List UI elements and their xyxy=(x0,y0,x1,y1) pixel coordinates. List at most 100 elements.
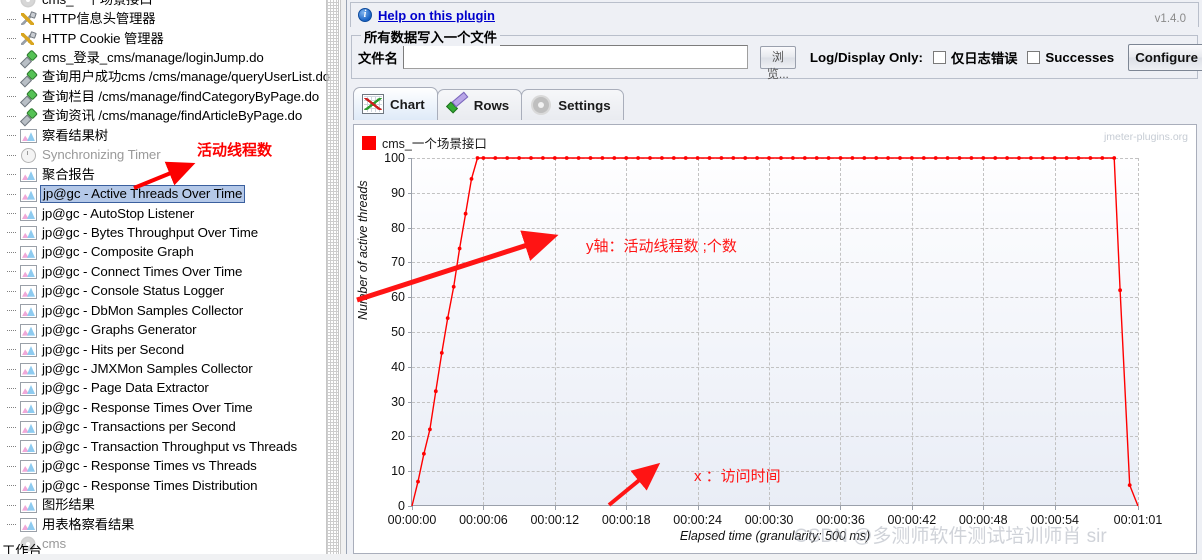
tree-item-2[interactable]: HTTP Cookie 管理器 xyxy=(0,29,326,48)
listener-graph-icon xyxy=(20,479,37,494)
y-tick-mark xyxy=(408,401,412,403)
x-tick-label: 00:00:30 xyxy=(744,513,794,527)
timer-icon xyxy=(20,147,37,164)
x-tick-mark xyxy=(483,506,485,510)
tree-item-20[interactable]: jp@gc - Page Data Extractor xyxy=(0,379,326,398)
log-display-only-label: Log/Display Only: xyxy=(809,49,923,65)
browse-button[interactable]: 浏览... xyxy=(759,45,796,81)
tree-item-18[interactable]: jp@gc - Hits per Second xyxy=(0,340,326,359)
tree-elbow xyxy=(6,10,20,29)
gridline-vertical xyxy=(983,158,985,505)
tree-item-19[interactable]: jp@gc - JMXMon Samples Collector xyxy=(0,359,326,378)
tree-item-14[interactable]: jp@gc - Connect Times Over Time xyxy=(0,262,326,281)
y-tick-label: 50 xyxy=(391,325,405,339)
tab-rows-label: Rows xyxy=(473,97,510,113)
tree-item-17[interactable]: jp@gc - Graphs Generator xyxy=(0,320,326,339)
tree-item-24[interactable]: jp@gc - Response Times vs Threads xyxy=(0,457,326,476)
gear-icon xyxy=(20,0,37,8)
errors-only-checkbox[interactable]: 仅日志错误 xyxy=(932,48,1017,67)
x-tick-mark xyxy=(983,506,985,510)
tab-rows[interactable]: Rows xyxy=(436,89,523,120)
gridline-vertical xyxy=(840,158,842,505)
y-axis-annotation: y轴：活动线程数 ;个数 xyxy=(586,238,737,255)
gear-icon xyxy=(530,95,552,115)
x-tick-mark xyxy=(911,506,913,510)
test-plan-tree[interactable]: cms_一个场景接口 HTTP信息头管理器 HTTP Cookie 管理器 cms_登… xyxy=(0,0,330,554)
y-tick-label: 40 xyxy=(391,359,405,374)
errors-only-checkbox-box[interactable] xyxy=(932,50,946,64)
tree-item-label: jp@gc - Connect Times Over Time xyxy=(42,263,243,279)
tree-item-label: jp@gc - Response Times Distribution xyxy=(42,477,258,493)
successes-checkbox-box[interactable] xyxy=(1027,50,1041,64)
csdn-watermark: CSDN @多测师软件测试培训师肖 sir xyxy=(794,526,1107,547)
tree-item-label: HTTP Cookie 管理器 xyxy=(42,30,164,46)
listener-graph-icon xyxy=(20,245,37,260)
y-tick-label: 0 xyxy=(398,499,405,513)
tree-item-16[interactable]: jp@gc - DbMon Samples Collector xyxy=(0,301,326,320)
x-tick-mark xyxy=(1138,506,1139,510)
tree-item-28[interactable]: cms xyxy=(0,534,326,553)
sampler-icon xyxy=(20,108,37,124)
tree-elbow xyxy=(6,496,20,515)
test-plan-tree-panel[interactable]: cms_一个场景接口 HTTP信息头管理器 HTTP Cookie 管理器 cms_登… xyxy=(0,0,346,560)
y-tick-mark xyxy=(408,436,412,438)
tree-elbow xyxy=(6,223,20,242)
tree-elbow xyxy=(6,398,20,417)
tab-chart[interactable]: Chart xyxy=(353,87,438,120)
tree-item-21[interactable]: jp@gc - Response Times Over Time xyxy=(0,398,326,417)
help-on-plugin-link[interactable]: Help on this plugin xyxy=(378,8,495,23)
tree-item-label: 聚合报告 xyxy=(42,166,95,182)
tree-item-label: HTTP信息头管理器 xyxy=(42,11,156,27)
filename-input[interactable] xyxy=(402,45,748,69)
tree-elbow xyxy=(6,476,20,495)
tree-item-1[interactable]: HTTP信息头管理器 xyxy=(0,9,326,28)
successes-checkbox[interactable]: Successes xyxy=(1027,50,1114,65)
configure-button[interactable]: Configure xyxy=(1128,43,1202,71)
tree-elbow xyxy=(6,29,20,48)
y-tick-mark xyxy=(408,471,412,473)
x-tick-mark xyxy=(1054,506,1056,510)
gridline-horizontal xyxy=(412,332,1138,333)
tree-item-15[interactable]: jp@gc - Console Status Logger xyxy=(0,282,326,301)
tree-item-label: jp@gc - DbMon Samples Collector xyxy=(42,302,244,318)
tree-item-26[interactable]: 图形结果 xyxy=(0,495,326,514)
tree-item-23[interactable]: jp@gc - Transaction Throughput vs Thread… xyxy=(0,437,326,456)
tree-item-6[interactable]: 查询资讯 /cms/manage/findArticleByPage.do xyxy=(0,107,326,126)
tab-settings[interactable]: Settings xyxy=(521,89,624,120)
tree-elbow xyxy=(6,262,20,281)
listener-graph-icon xyxy=(20,343,37,358)
check-icon xyxy=(446,95,468,115)
tree-item-11[interactable]: jp@gc - AutoStop Listener xyxy=(0,204,326,223)
tree-item-label: jp@gc - Response Times vs Threads xyxy=(42,458,257,474)
y-tick-mark xyxy=(408,332,412,333)
tree-elbow xyxy=(6,49,20,68)
gridline-vertical xyxy=(769,158,771,505)
x-tick-mark xyxy=(840,506,842,510)
x-tick-mark xyxy=(554,506,556,510)
tree-item-4[interactable]: 查询用户成功cms /cms/manage/queryUserList.do xyxy=(0,68,330,87)
tree-item-0[interactable]: cms_一个场景接口 xyxy=(0,0,326,9)
chart-panel[interactable]: cms_一个场景接口 jmeter-plugins.org 0 10 20 30 40 5… xyxy=(353,124,1197,554)
gridline-horizontal xyxy=(412,297,1138,299)
y-tick-label: 20 xyxy=(391,429,405,444)
legend-series-label: cms_一个场景接口 xyxy=(382,137,487,151)
tree-item-27[interactable]: 用表格察看结果 xyxy=(0,515,326,534)
tree-item-12[interactable]: jp@gc - Bytes Throughput Over Time xyxy=(0,223,326,242)
y-tick-mark xyxy=(408,366,412,368)
gridline-vertical xyxy=(1054,158,1056,505)
tree-item-label: jp@gc - Page Data Extractor xyxy=(42,380,209,396)
listener-graph-icon xyxy=(20,420,37,435)
tree-item-13[interactable]: jp@gc - Composite Graph xyxy=(0,243,326,262)
sidebar-scrollbar[interactable] xyxy=(326,0,339,560)
tree-item-label: jp@gc - AutoStop Listener xyxy=(42,205,195,221)
tree-item-5[interactable]: 查询栏目 /cms/manage/findCategoryByPage.do xyxy=(0,87,326,106)
gridline-horizontal xyxy=(412,436,1138,438)
help-bar: i Help on this plugin v1.4.0 xyxy=(350,2,1199,27)
x-tick-label: 00:00:12 xyxy=(530,513,580,527)
tree-item-22[interactable]: jp@gc - Transactions per Second xyxy=(0,418,326,437)
tree-item-7[interactable]: 察看结果树 xyxy=(0,126,326,145)
tree-item-label: jp@gc - Composite Graph xyxy=(42,244,194,260)
tree-item-25[interactable]: jp@gc - Response Times Distribution xyxy=(0,476,326,495)
listener-tabs[interactable]: Chart Rows Settings xyxy=(353,87,1202,120)
tree-item-3[interactable]: cms_登录_cms/manage/loginJump.do xyxy=(0,48,326,67)
